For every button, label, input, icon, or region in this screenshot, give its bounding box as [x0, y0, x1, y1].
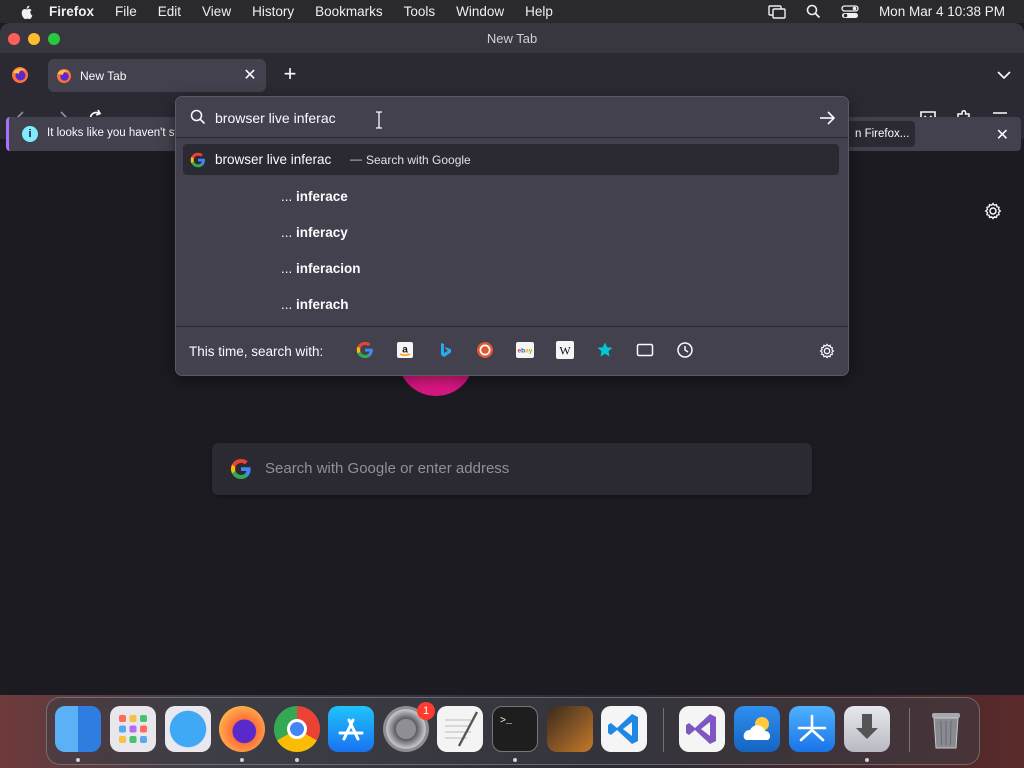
svg-text:W: W [559, 344, 571, 358]
dock-terminal-icon[interactable]: >_ [492, 706, 538, 752]
text-cursor-icon [376, 111, 382, 129]
macos-dock: 1 >_ [46, 697, 980, 765]
suggestion-search-with-google[interactable]: browser live inferac — Search with Googl… [183, 144, 839, 175]
menu-file[interactable]: File [115, 4, 137, 19]
google-icon [231, 459, 251, 479]
dock-finder-icon[interactable] [55, 706, 101, 752]
dock-running-indicator [240, 758, 244, 762]
firefox-favicon-icon [57, 68, 71, 83]
notification-badge: 1 [417, 702, 435, 720]
menu-tools[interactable]: Tools [404, 4, 436, 19]
notification-close-icon[interactable]: ✕ [996, 125, 1009, 145]
menu-bookmarks[interactable]: Bookmarks [315, 4, 383, 19]
duckduckgo-icon[interactable] [476, 341, 494, 359]
menu-window[interactable]: Window [456, 4, 504, 19]
dock-cloud-app-icon[interactable] [734, 706, 780, 752]
tab-strip: New Tab ✕ + [0, 53, 1024, 97]
dock-instruments-icon[interactable] [789, 706, 835, 752]
suggestion-item[interactable]: ... inferace [281, 189, 348, 204]
dock-running-indicator [513, 758, 517, 762]
dock-trash-icon[interactable] [923, 706, 969, 752]
ebay-icon[interactable]: ebay [516, 341, 534, 359]
control-center-icon[interactable] [841, 4, 859, 19]
urlbar-value[interactable]: browser live inferac [215, 110, 336, 126]
menubar-clock[interactable]: Mon Mar 4 10:38 PM [879, 4, 1005, 19]
personalize-gear-icon[interactable] [984, 202, 1002, 220]
suggestion-item[interactable]: ... inferacy [281, 225, 348, 240]
google-icon[interactable] [356, 341, 374, 359]
urlbar-separator [176, 137, 848, 138]
menu-app-name[interactable]: Firefox [49, 4, 94, 19]
history-icon[interactable] [676, 341, 694, 359]
list-all-tabs-chevron-icon[interactable] [994, 65, 1014, 85]
tab-new-tab[interactable]: New Tab ✕ [48, 59, 266, 92]
amazon-icon[interactable]: a [396, 341, 414, 359]
dock-divider [909, 708, 910, 752]
go-arrow-icon[interactable] [818, 109, 836, 127]
menu-view[interactable]: View [202, 4, 231, 19]
dock-visual-studio-icon[interactable] [679, 706, 725, 752]
suggestion-query: browser live inferac [215, 152, 332, 167]
dock-vscode-icon[interactable] [601, 706, 647, 752]
menu-history[interactable]: History [252, 4, 294, 19]
spotlight-search-icon[interactable] [806, 4, 821, 19]
dock-textedit-icon[interactable] [437, 706, 483, 752]
dock-garageband-icon[interactable] [547, 706, 593, 752]
dock-app-store-icon[interactable] [328, 706, 374, 752]
dock-firefox-icon[interactable] [219, 706, 265, 752]
search-icon [190, 109, 206, 125]
dock-system-settings-icon[interactable]: 1 [383, 702, 435, 752]
wikipedia-icon[interactable]: W [556, 341, 574, 359]
bing-icon[interactable] [436, 341, 454, 359]
urlbar-input[interactable]: browser live inferac [176, 97, 848, 137]
menu-edit[interactable]: Edit [158, 4, 181, 19]
window-titlebar: New Tab [0, 23, 1024, 53]
dock-launchpad-icon[interactable] [110, 706, 156, 752]
search-settings-gear-icon[interactable] [819, 343, 835, 359]
new-tab-search-placeholder: Search with Google or enter address [265, 460, 510, 477]
dock-chrome-icon[interactable] [274, 706, 320, 752]
bookmarks-icon[interactable] [596, 341, 614, 359]
search-with-label: This time, search with: [189, 344, 324, 359]
screen-mirroring-icon[interactable] [768, 4, 786, 19]
new-tab-search-box[interactable]: Search with Google or enter address [212, 443, 812, 495]
tab-title: New Tab [80, 68, 127, 83]
dock-safari-icon[interactable] [165, 706, 211, 752]
tabs-icon[interactable] [636, 341, 654, 359]
macos-menu-bar: Firefox File Edit View History Bookmarks… [0, 0, 1024, 23]
dock-running-indicator [865, 758, 869, 762]
svg-text:>_: >_ [500, 716, 513, 727]
close-window-button[interactable] [8, 33, 20, 45]
tab-close-icon[interactable]: ✕ [240, 66, 260, 86]
urlbar-popup: browser live inferac browser live infera… [175, 96, 849, 376]
suggestion-item[interactable]: ... inferacion [281, 261, 361, 276]
suggestion-action: Search with Google [366, 153, 471, 167]
google-icon [190, 152, 205, 168]
one-off-search-engines: This time, search with: a ebay W [176, 327, 848, 375]
menu-help[interactable]: Help [525, 4, 553, 19]
window-title: New Tab [486, 31, 538, 46]
suggestion-item[interactable]: ... inferach [281, 297, 349, 312]
svg-text:a: a [402, 345, 408, 356]
dock-running-indicator [76, 758, 80, 762]
info-icon: i [22, 126, 38, 142]
dock-running-indicator [295, 758, 299, 762]
zoom-window-button[interactable] [48, 33, 60, 45]
new-tab-button[interactable]: + [278, 63, 302, 87]
svg-text:ebay: ebay [518, 348, 533, 355]
dock-divider [663, 708, 664, 752]
dock-installer-icon[interactable] [844, 706, 890, 752]
suggestion-separator: — [350, 152, 362, 166]
notification-text: It looks like you haven't st [47, 127, 178, 139]
firefox-view-icon[interactable] [11, 66, 29, 84]
minimize-window-button[interactable] [28, 33, 40, 45]
apple-icon[interactable] [19, 4, 35, 20]
